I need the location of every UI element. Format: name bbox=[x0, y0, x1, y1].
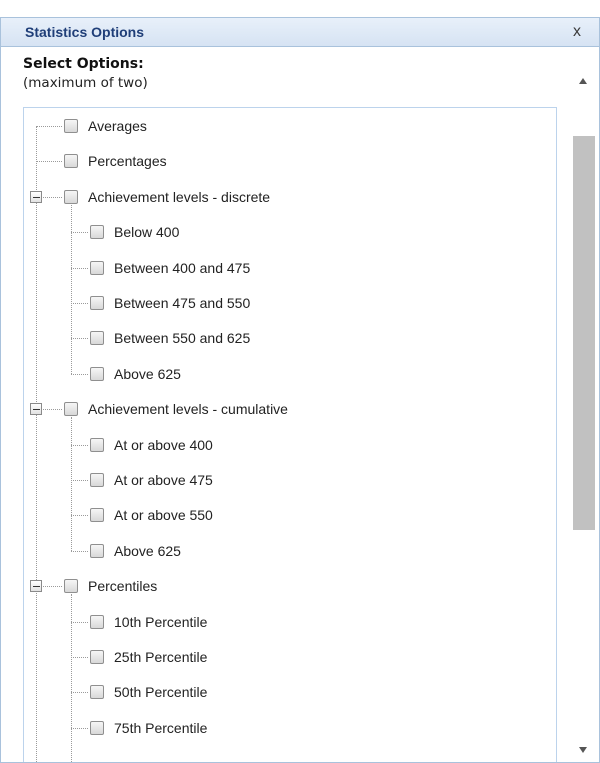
tree-item-below-400[interactable]: Below 400 bbox=[90, 220, 179, 244]
tree-connector-line bbox=[71, 550, 88, 552]
statistics-options-dialog: Statistics Options x Select Options: (ma… bbox=[0, 17, 600, 763]
scroll-up-icon[interactable] bbox=[569, 48, 599, 84]
tree-connector-line bbox=[71, 303, 88, 304]
tree-item-checkbox[interactable] bbox=[90, 685, 104, 700]
select-options-heading: Select Options: bbox=[23, 56, 144, 72]
tree-connector-line bbox=[71, 692, 88, 694]
tree-item-achievement-levels-discrete[interactable]: Achievement levels - discrete bbox=[64, 185, 270, 209]
tree-item-label: Achievement levels - discrete bbox=[88, 188, 271, 205]
tree-connector-line bbox=[71, 267, 88, 269]
tree-item-between-550-and-625[interactable]: Between 550 and 625 bbox=[90, 326, 250, 350]
close-button[interactable]: x bbox=[567, 21, 587, 43]
tree-item-label: Percentiles bbox=[88, 578, 158, 595]
tree-item-checkbox[interactable] bbox=[90, 225, 104, 240]
tree-item-checkbox[interactable] bbox=[64, 402, 78, 417]
tree-item-label: At or above 475 bbox=[114, 472, 213, 488]
tree-branch-line bbox=[71, 594, 72, 762]
tree-item-label: Between 400 and 475 bbox=[114, 259, 251, 276]
tree-item-checkbox[interactable] bbox=[90, 296, 104, 310]
tree-item-checkbox[interactable] bbox=[64, 154, 78, 169]
scroll-down-icon[interactable] bbox=[569, 734, 599, 762]
tree-connector-line bbox=[71, 480, 88, 481]
select-options-subheading: (maximum of two) bbox=[23, 75, 148, 91]
tree-item-label: 75th Percentile bbox=[114, 719, 208, 736]
tree-item-at-or-above-400[interactable]: At or above 400 bbox=[90, 433, 213, 457]
tree-collapse-toggle-icon[interactable] bbox=[30, 580, 42, 593]
tree-item-10th-percentile[interactable]: 10th Percentile bbox=[90, 610, 207, 634]
tree-item-checkbox[interactable] bbox=[90, 473, 104, 487]
tree-connector-line bbox=[36, 126, 62, 127]
tree-item-checkbox[interactable] bbox=[90, 650, 104, 664]
tree-item-label: Percentages bbox=[88, 153, 167, 170]
tree-connector-line bbox=[71, 727, 88, 729]
tree-item-achievement-levels-cumulative[interactable]: Achievement levels - cumulative bbox=[64, 397, 288, 421]
tree-item-label: Above 625 bbox=[114, 542, 181, 559]
tree-trunk-line bbox=[36, 126, 37, 762]
tree-branch-line bbox=[71, 417, 72, 551]
tree-item-label: Averages bbox=[88, 118, 147, 134]
tree-connector-line bbox=[71, 338, 88, 340]
tree-item-between-475-and-550[interactable]: Between 475 and 550 bbox=[90, 291, 250, 315]
tree-connector-line bbox=[36, 161, 62, 163]
tree-branch-line bbox=[71, 204, 72, 374]
tree-item-checkbox[interactable] bbox=[64, 189, 78, 204]
tree-connector-line bbox=[71, 657, 88, 658]
tree-item-label: At or above 550 bbox=[114, 507, 213, 524]
tree-item-above-625[interactable]: Above 625 bbox=[90, 539, 181, 563]
tree-item-percentiles[interactable]: Percentiles bbox=[64, 574, 157, 598]
tree-item-averages[interactable]: Averages bbox=[64, 114, 147, 138]
tree-item-25th-percentile[interactable]: 25th Percentile bbox=[90, 645, 207, 669]
tree-item-label: 50th Percentile bbox=[114, 684, 208, 701]
tree-item-checkbox[interactable] bbox=[90, 331, 104, 346]
tree-connector-line bbox=[71, 621, 88, 623]
tree-item-50th-percentile[interactable]: 50th Percentile bbox=[90, 680, 207, 704]
tree-connector-line bbox=[71, 232, 88, 234]
tree-item-label: At or above 400 bbox=[114, 436, 213, 453]
tree-item-checkbox[interactable] bbox=[90, 366, 104, 381]
scrollbar-thumb[interactable] bbox=[573, 136, 595, 530]
tree-item-label: 10th Percentile bbox=[114, 613, 208, 630]
statistics-tree: Averages Percentages Achievement levels - … bbox=[23, 107, 557, 762]
tree-item-percentages[interactable]: Percentages bbox=[64, 149, 167, 173]
tree-item-label: Achievement levels - cumulative bbox=[88, 401, 288, 418]
tree-item-checkbox[interactable] bbox=[90, 614, 104, 629]
dialog-content: Select Options: (maximum of two) Average… bbox=[1, 48, 571, 762]
tree-item-checkbox[interactable] bbox=[90, 720, 104, 735]
clipped-page-heading bbox=[0, 0, 600, 18]
tree-connector-line bbox=[71, 444, 88, 446]
tree-collapse-toggle-icon[interactable] bbox=[30, 403, 42, 416]
tree-item-label: Above 625 bbox=[114, 365, 181, 382]
tree-item-label: Between 475 and 550 bbox=[114, 295, 251, 311]
tree-item-between-400-and-475[interactable]: Between 400 and 475 bbox=[90, 256, 250, 280]
tree-item-at-or-above-475[interactable]: At or above 475 bbox=[90, 468, 213, 492]
vertical-scrollbar[interactable] bbox=[569, 48, 599, 762]
tree-item-checkbox[interactable] bbox=[64, 579, 78, 594]
tree-item-checkbox[interactable] bbox=[90, 260, 104, 275]
tree-item-checkbox[interactable] bbox=[90, 437, 104, 452]
tree-item-label: Between 550 and 625 bbox=[114, 330, 251, 347]
tree-connector-line bbox=[71, 373, 88, 375]
dialog-titlebar[interactable]: Statistics Options x bbox=[1, 18, 599, 47]
tree-item-checkbox[interactable] bbox=[64, 119, 78, 133]
tree-item-checkbox[interactable] bbox=[90, 543, 104, 558]
tree-item-above-625[interactable]: Above 625 bbox=[90, 362, 181, 386]
tree-collapse-toggle-icon[interactable] bbox=[30, 190, 42, 203]
tree-item-75th-percentile[interactable]: 75th Percentile bbox=[90, 716, 207, 740]
dialog-title: Statistics Options bbox=[25, 24, 145, 40]
tree-item-label: Below 400 bbox=[114, 224, 180, 241]
tree-item-label: 25th Percentile bbox=[114, 649, 208, 665]
tree-item-at-or-above-550[interactable]: At or above 550 bbox=[90, 503, 213, 527]
tree-connector-line bbox=[71, 515, 88, 517]
tree-item-checkbox[interactable] bbox=[90, 508, 104, 523]
